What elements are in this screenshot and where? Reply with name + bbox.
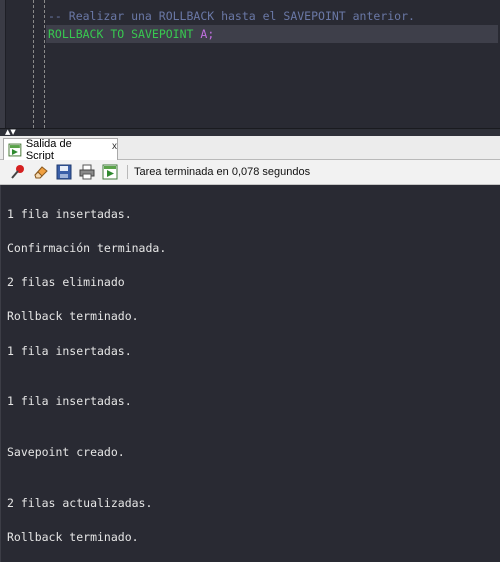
print-button[interactable] <box>77 162 97 182</box>
script-output-area[interactable]: 1 fila insertadas. Confirmación terminad… <box>0 185 500 562</box>
output-line: Confirmación terminada. <box>7 241 167 255</box>
output-line: 2 filas eliminado <box>7 275 125 289</box>
save-icon <box>56 164 72 180</box>
pin-icon <box>11 165 24 179</box>
pin-button[interactable] <box>8 162 28 182</box>
print-icon <box>79 164 95 180</box>
indent-guide <box>33 0 34 128</box>
output-line: Rollback terminado. <box>7 530 139 544</box>
clear-button[interactable] <box>31 162 51 182</box>
output-line: 1 fila insertadas. <box>7 344 132 358</box>
output-toolbar: Tarea terminada en 0,078 segundos <box>0 160 500 185</box>
keyword-savepoint: SAVEPOINT <box>131 27 194 41</box>
keyword-to: TO <box>110 27 125 41</box>
output-tab-strip: Salida de Script x <box>0 136 500 162</box>
statement-terminator: ; <box>207 27 215 41</box>
task-status: Tarea terminada en 0,078 segundos <box>134 166 311 178</box>
eraser-icon <box>34 166 48 179</box>
comment-line: -- Realizar una ROLLBACK hasta el SAVEPO… <box>48 9 415 23</box>
run-script-icon <box>102 164 118 180</box>
splitter-arrows-icon[interactable]: ▲▼ <box>5 128 29 136</box>
indent-guide <box>44 0 45 128</box>
output-line: 1 fila insertadas. <box>7 207 132 221</box>
output-line: 1 fila insertadas. <box>7 394 132 408</box>
sql-editor[interactable]: -- Realizar una ROLLBACK hasta el SAVEPO… <box>0 0 500 128</box>
toolbar-separator <box>127 165 128 179</box>
output-line: Savepoint creado. <box>7 445 125 459</box>
tab-script-output[interactable]: Salida de Script x <box>3 137 118 162</box>
panel-splitter[interactable] <box>0 128 500 136</box>
current-code-line[interactable]: ROLLBACK TO SAVEPOINT A; <box>46 25 498 43</box>
save-button[interactable] <box>54 162 74 182</box>
script-output-icon <box>8 143 22 156</box>
output-line: Rollback terminado. <box>7 309 139 323</box>
run-script-button[interactable] <box>100 162 120 182</box>
close-icon[interactable]: x <box>112 141 117 152</box>
editor-margin <box>0 0 6 128</box>
output-line: 2 filas actualizadas. <box>7 496 153 510</box>
tab-label: Salida de Script <box>25 137 72 162</box>
keyword-rollback: ROLLBACK <box>48 27 104 41</box>
